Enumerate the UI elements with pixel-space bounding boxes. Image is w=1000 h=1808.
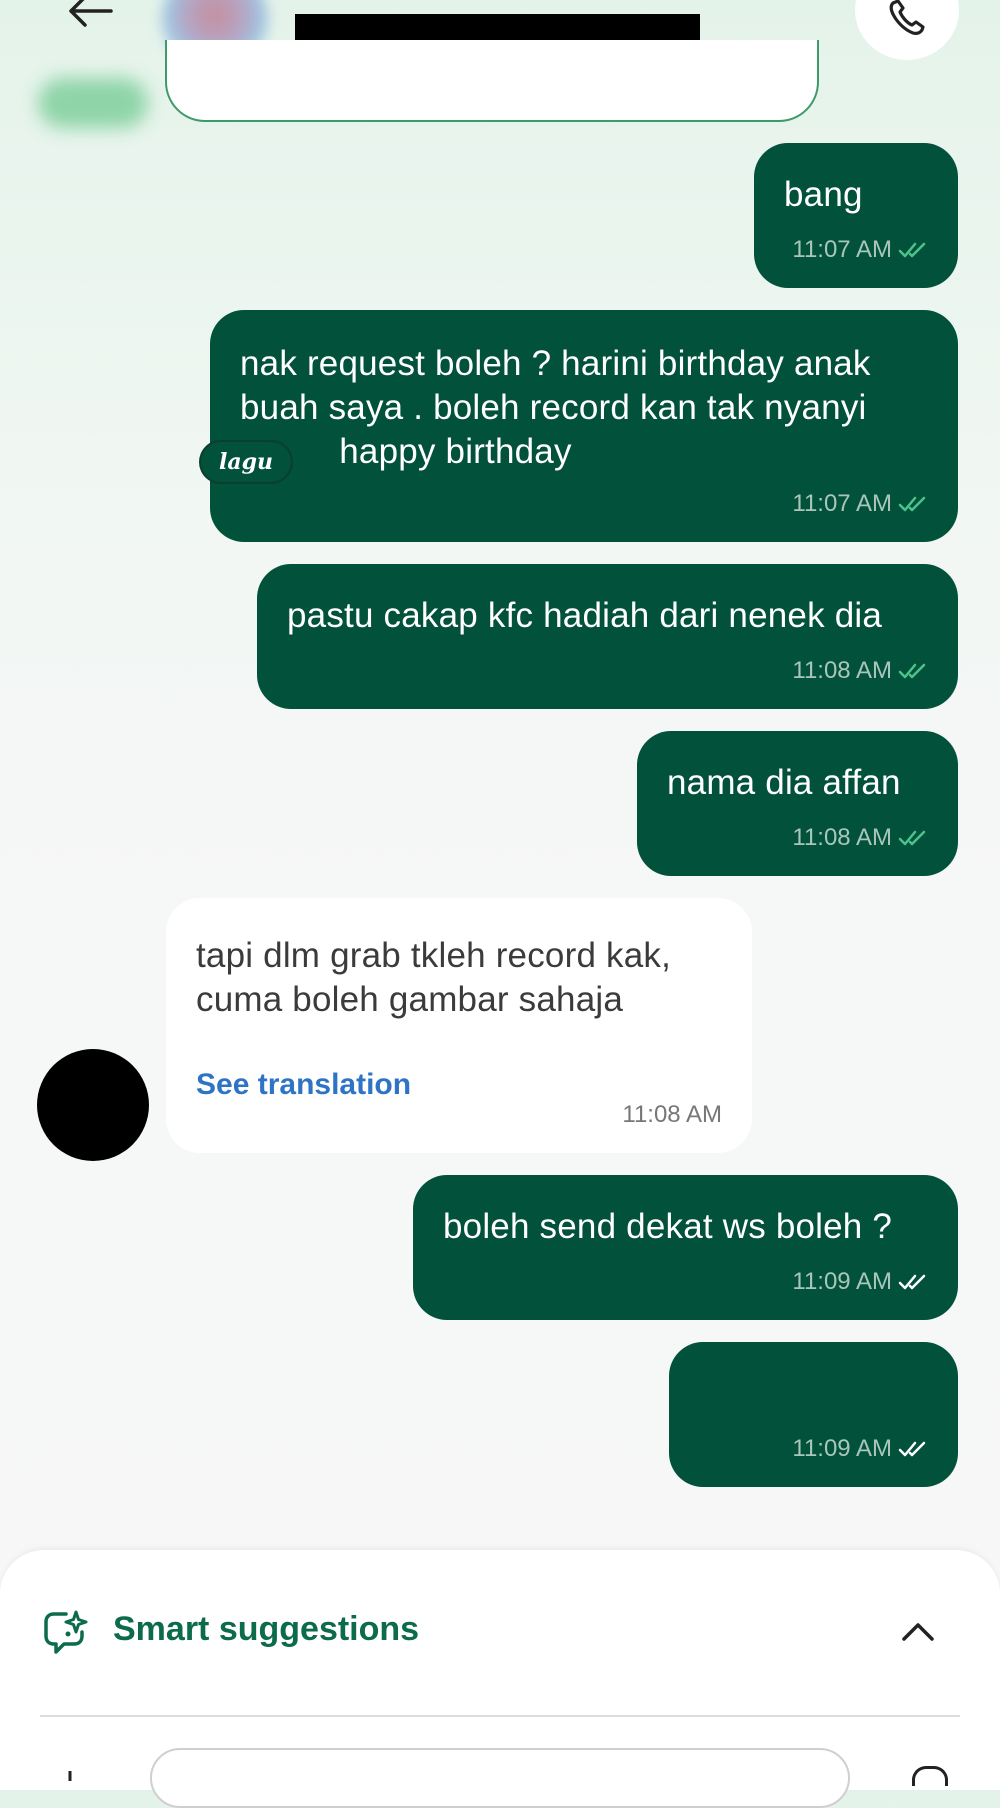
message-time: 11:08 AM bbox=[792, 657, 892, 684]
read-receipt-icon bbox=[898, 829, 928, 847]
message-meta: 11:09 AM bbox=[792, 1268, 928, 1296]
arrow-left-icon bbox=[65, 0, 115, 34]
back-button[interactable] bbox=[60, 0, 120, 38]
sparkle-chat-icon bbox=[42, 1608, 90, 1656]
message-bubble-outgoing[interactable]: nak request boleh ? harini birthday anak… bbox=[210, 310, 958, 542]
message-time: 11:08 AM bbox=[622, 1101, 722, 1128]
read-receipt-icon bbox=[898, 662, 928, 680]
message-text: bang bbox=[784, 175, 863, 214]
phone-icon bbox=[885, 0, 929, 42]
message-text: nama dia affan bbox=[667, 763, 901, 802]
read-receipt-icon bbox=[898, 241, 928, 259]
divider bbox=[40, 1715, 960, 1717]
message-time: 11:09 AM bbox=[792, 1268, 892, 1295]
message-meta: 11:08 AM bbox=[622, 1101, 722, 1129]
message-meta: 11:08 AM bbox=[792, 657, 928, 685]
lagu-sticker: lagu bbox=[201, 442, 291, 482]
message-bubble-outgoing[interactable]: boleh send dekat ws boleh ? 11:09 AM bbox=[413, 1175, 958, 1320]
message-input[interactable] bbox=[150, 1748, 850, 1808]
plus-icon[interactable] bbox=[55, 1768, 85, 1781]
message-text: nak request boleh ? harini birthday anak… bbox=[240, 344, 871, 471]
smart-suggestions-panel: Smart suggestions bbox=[0, 1550, 1000, 1808]
delivered-receipt-icon bbox=[898, 1273, 928, 1291]
message-time: 11:08 AM bbox=[792, 824, 892, 851]
microphone-icon[interactable] bbox=[912, 1766, 948, 1786]
call-button[interactable] bbox=[855, 0, 959, 60]
read-receipt-icon bbox=[898, 495, 928, 513]
message-meta: 11:09 AM bbox=[792, 1435, 928, 1463]
see-translation-link[interactable]: See translation bbox=[196, 1068, 411, 1102]
message-time: 11:07 AM bbox=[792, 490, 892, 517]
message-bubble-outgoing[interactable]: bang 11:07 AM bbox=[754, 143, 958, 288]
message-bubble-incoming[interactable]: tapi dlm grab tkleh record kak, cuma bol… bbox=[166, 898, 752, 1153]
message-bubble-outgoing[interactable]: nama dia affan 11:08 AM bbox=[637, 731, 958, 876]
message-meta: 11:07 AM bbox=[792, 490, 928, 518]
blurred-element bbox=[38, 78, 148, 128]
message-meta: 11:08 AM bbox=[792, 824, 928, 852]
message-bubble-outgoing[interactable]: pastu cakap kfc hadiah dari nenek dia 11… bbox=[257, 564, 958, 709]
message-text: pastu cakap kfc hadiah dari nenek dia bbox=[287, 596, 883, 635]
message-text: boleh send dekat ws boleh ? bbox=[443, 1207, 893, 1246]
smart-suggestions-label[interactable]: Smart suggestions bbox=[113, 1610, 419, 1649]
message-bubble-outgoing[interactable]: 11:09 AM bbox=[669, 1342, 958, 1487]
message-time: 11:09 AM bbox=[792, 1435, 892, 1462]
message-meta: 11:07 AM bbox=[792, 236, 928, 264]
delivered-receipt-icon bbox=[898, 1440, 928, 1458]
previous-card bbox=[165, 40, 819, 122]
chevron-up-icon[interactable] bbox=[898, 1612, 938, 1652]
contact-avatar-redacted[interactable] bbox=[37, 1049, 149, 1161]
message-text: tapi dlm grab tkleh record kak, cuma bol… bbox=[196, 936, 672, 1019]
message-time: 11:07 AM bbox=[792, 236, 892, 263]
